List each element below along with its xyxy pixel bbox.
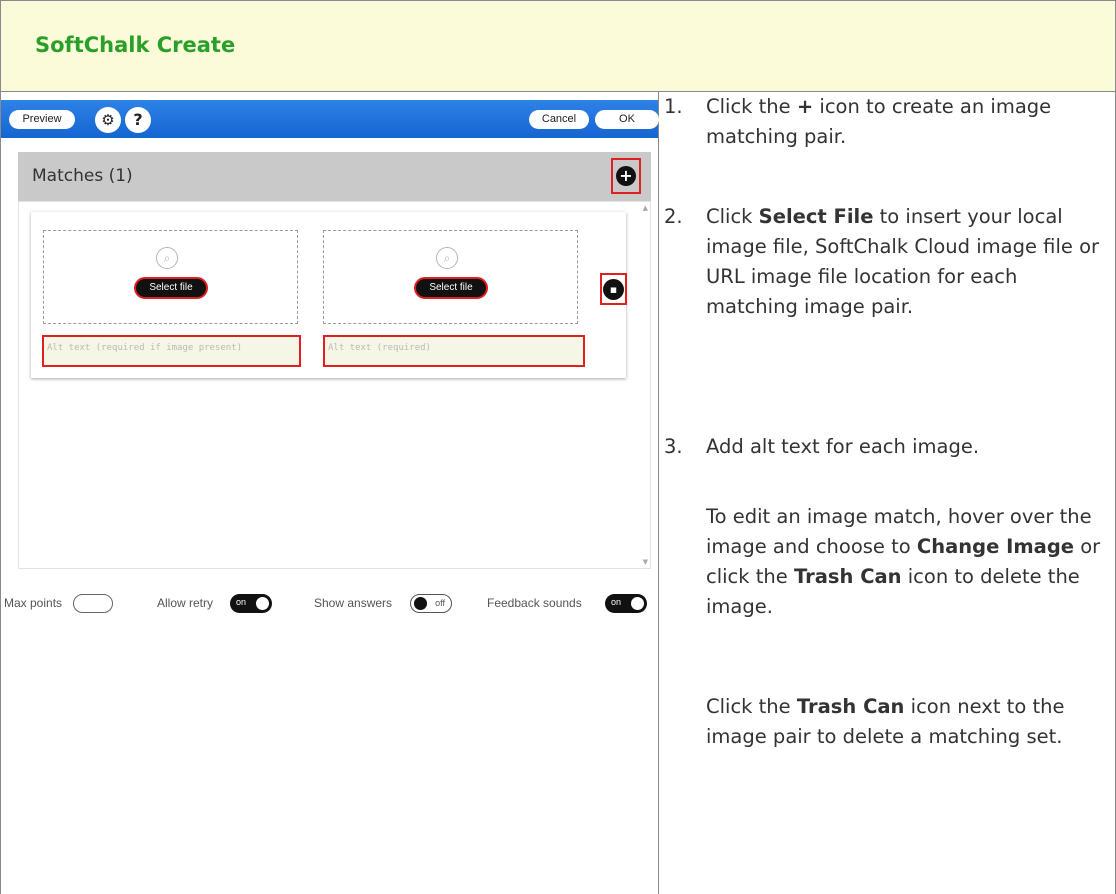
trash-icon[interactable]: ▪ [603, 279, 624, 300]
allow-retry-label: Allow retry [157, 596, 214, 610]
select-file-button-1[interactable]: Select file [134, 277, 208, 299]
edit-image-paragraph: To edit an image match, hover over the i… [706, 505, 1101, 618]
header-cell: SoftChalk Create [0, 0, 1116, 92]
scroll-up-icon[interactable]: ▲ [643, 204, 648, 212]
show-answers-toggle[interactable]: off [410, 594, 452, 613]
page-title: SoftChalk Create [35, 33, 236, 57]
feedback-sounds-label: Feedback sounds [487, 596, 582, 610]
plus-icon[interactable]: + [616, 166, 636, 186]
gear-icon[interactable]: ⚙ [95, 107, 121, 133]
feedback-sounds-toggle[interactable]: on [605, 594, 647, 613]
scroll-down-icon[interactable]: ▼ [643, 558, 648, 566]
trash-highlight: ▪ [600, 273, 627, 305]
toggle-knob [631, 597, 644, 610]
image-drop-zone-2[interactable]: ⌕ Select file [323, 230, 578, 324]
editor-toolbar: Preview ⚙ ? Cancel OK [1, 100, 659, 138]
select-file-button-2[interactable]: Select file [414, 277, 488, 299]
options-row: Max points Allow retry on Show answers o… [1, 592, 658, 616]
alt-text-input-1[interactable]: Alt text (required if image present) [42, 335, 301, 367]
activity-editor: Preview ⚙ ? Cancel OK Matches (1) + ▲ ⌕ … [1, 92, 659, 652]
toggle-knob [414, 597, 427, 610]
add-highlight: + [611, 158, 641, 194]
match-pair-card: ⌕ Select file ⌕ Select file ▪ Alt text (… [31, 212, 627, 378]
delete-set-paragraph: Click the Trash Can icon next to the ima… [706, 695, 1065, 748]
ok-button[interactable]: OK [595, 110, 659, 129]
matches-title: Matches (1) [32, 166, 133, 186]
help-icon[interactable]: ? [125, 107, 151, 133]
show-answers-label: Show answers [314, 596, 393, 610]
toggle-knob [256, 597, 269, 610]
image-placeholder-icon: ⌕ [436, 247, 458, 269]
max-points-input[interactable] [73, 594, 113, 613]
preview-button[interactable]: Preview [9, 110, 75, 129]
image-drop-zone-1[interactable]: ⌕ Select file [43, 230, 298, 324]
matches-list[interactable]: ▲ ⌕ Select file ⌕ Select file ▪ Alt text… [18, 201, 651, 569]
image-placeholder-icon: ⌕ [156, 247, 178, 269]
alt-text-input-2[interactable]: Alt text (required) [323, 335, 585, 367]
cancel-button[interactable]: Cancel [529, 110, 589, 129]
matches-header: Matches (1) + [18, 152, 651, 201]
allow-retry-toggle[interactable]: on [230, 594, 272, 613]
max-points-label: Max points [4, 596, 63, 610]
